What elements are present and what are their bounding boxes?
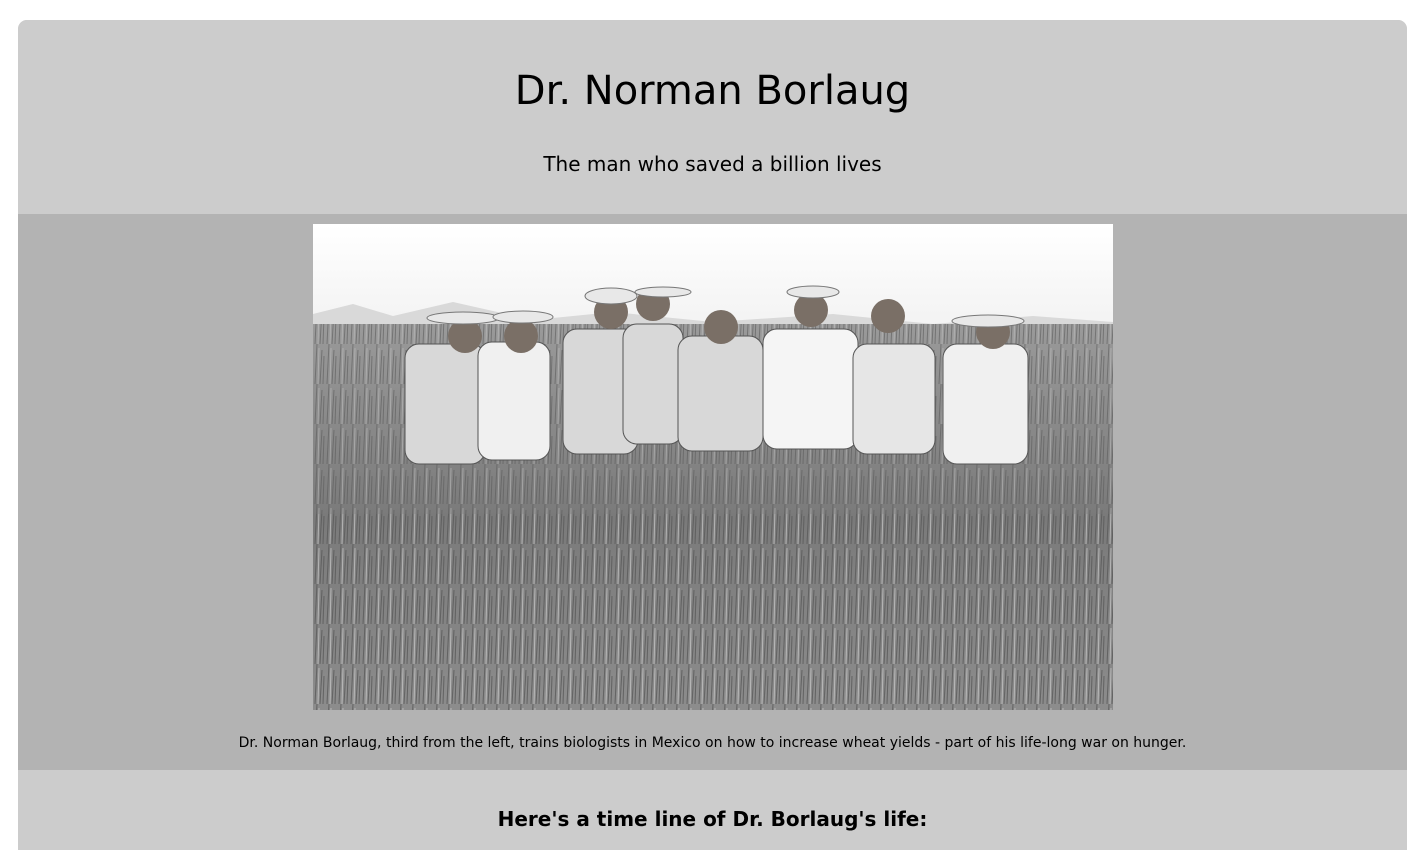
borlaug-photo [313,224,1113,710]
image-section: Dr. Norman Borlaug, third from the left,… [18,214,1407,770]
timeline-heading: Here's a time line of Dr. Borlaug's life… [497,807,928,831]
tribute-section: Here's a time line of Dr. Borlaug's life… [18,770,1407,850]
main-container: Dr. Norman Borlaug The man who saved a b… [18,20,1407,850]
page-title: Dr. Norman Borlaug [514,68,911,114]
page-header: Dr. Norman Borlaug The man who saved a b… [18,20,1407,214]
image-caption: Dr. Norman Borlaug, third from the left,… [238,735,1187,751]
page-subtitle: The man who saved a billion lives [543,152,882,176]
